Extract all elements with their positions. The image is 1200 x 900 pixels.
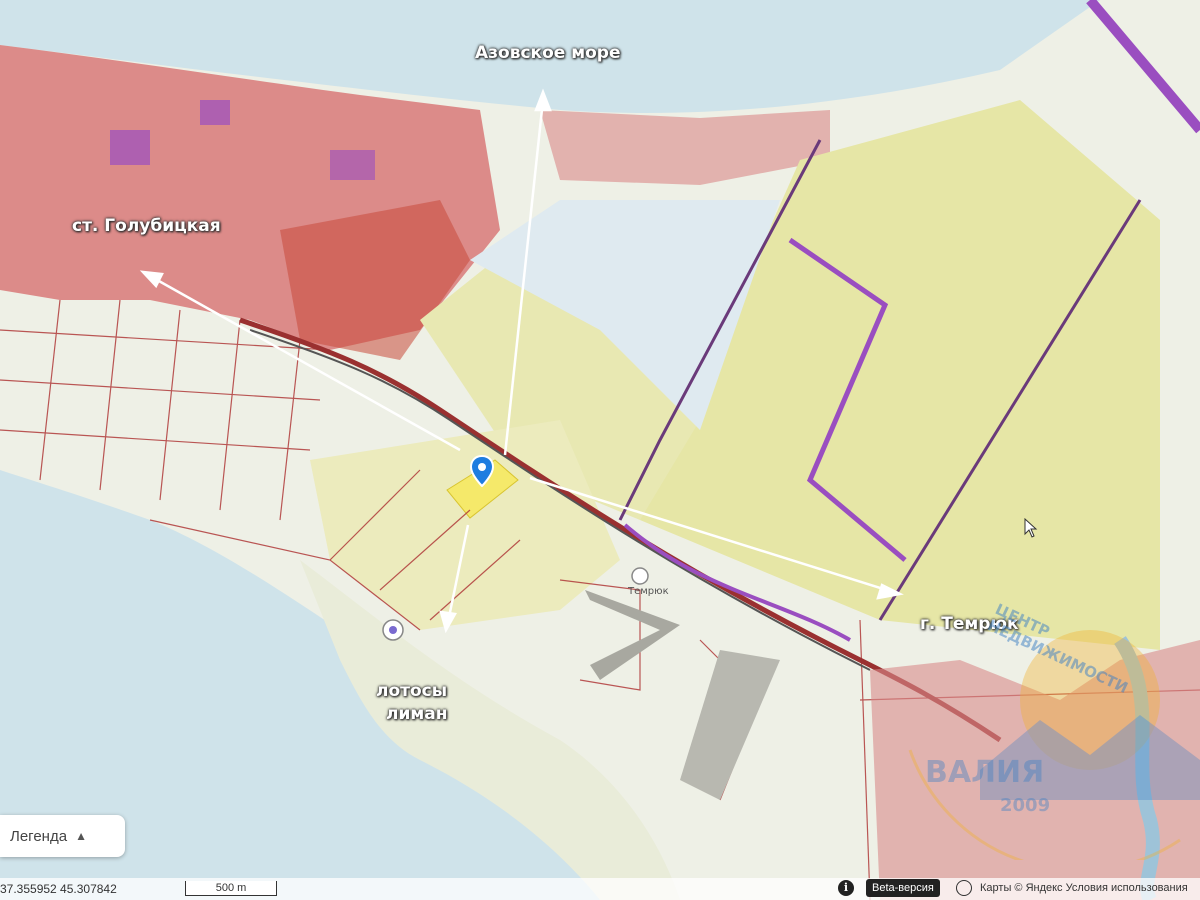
mouse-cursor-icon xyxy=(1024,518,1038,538)
lotus-label-line1: лотосы xyxy=(376,681,448,701)
map-screen[interactable]: Азовское море ст. Голубицкая г. Темрюк л… xyxy=(0,0,1200,900)
location-pin-icon[interactable] xyxy=(470,455,494,487)
watermark-year: 2009 xyxy=(1000,795,1051,816)
building-cluster xyxy=(330,150,375,180)
lotus-poi-dot xyxy=(389,626,397,634)
building-cluster xyxy=(110,130,150,165)
temryuk-poi-label: Темрюк xyxy=(628,586,669,597)
village-label: ст. Голубицкая xyxy=(72,216,221,236)
chevron-up-icon: ▲ xyxy=(75,829,87,843)
map-attribution[interactable]: Карты © Яндекс Условия использования xyxy=(980,882,1188,894)
beta-version-badge[interactable]: Beta-версия xyxy=(866,879,940,897)
legend-button[interactable]: Легенда ▲ xyxy=(0,815,125,857)
map-status-bar: 37.355952 45.307842 500 m i Beta-версия … xyxy=(0,878,1200,900)
legend-label: Легенда xyxy=(10,827,68,845)
copyright-icon xyxy=(956,880,972,896)
building-cluster xyxy=(200,100,230,125)
scale-bar: 500 m xyxy=(185,881,277,896)
temryuk-poi-icon[interactable] xyxy=(631,567,649,585)
sea-label: Азовское море xyxy=(475,43,621,63)
info-icon[interactable]: i xyxy=(838,880,854,896)
lotus-label-line2: лиман xyxy=(386,704,448,724)
watermark-brand: ВАЛИЯ xyxy=(925,755,1045,790)
cursor-coordinates: 37.355952 45.307842 xyxy=(0,882,117,896)
